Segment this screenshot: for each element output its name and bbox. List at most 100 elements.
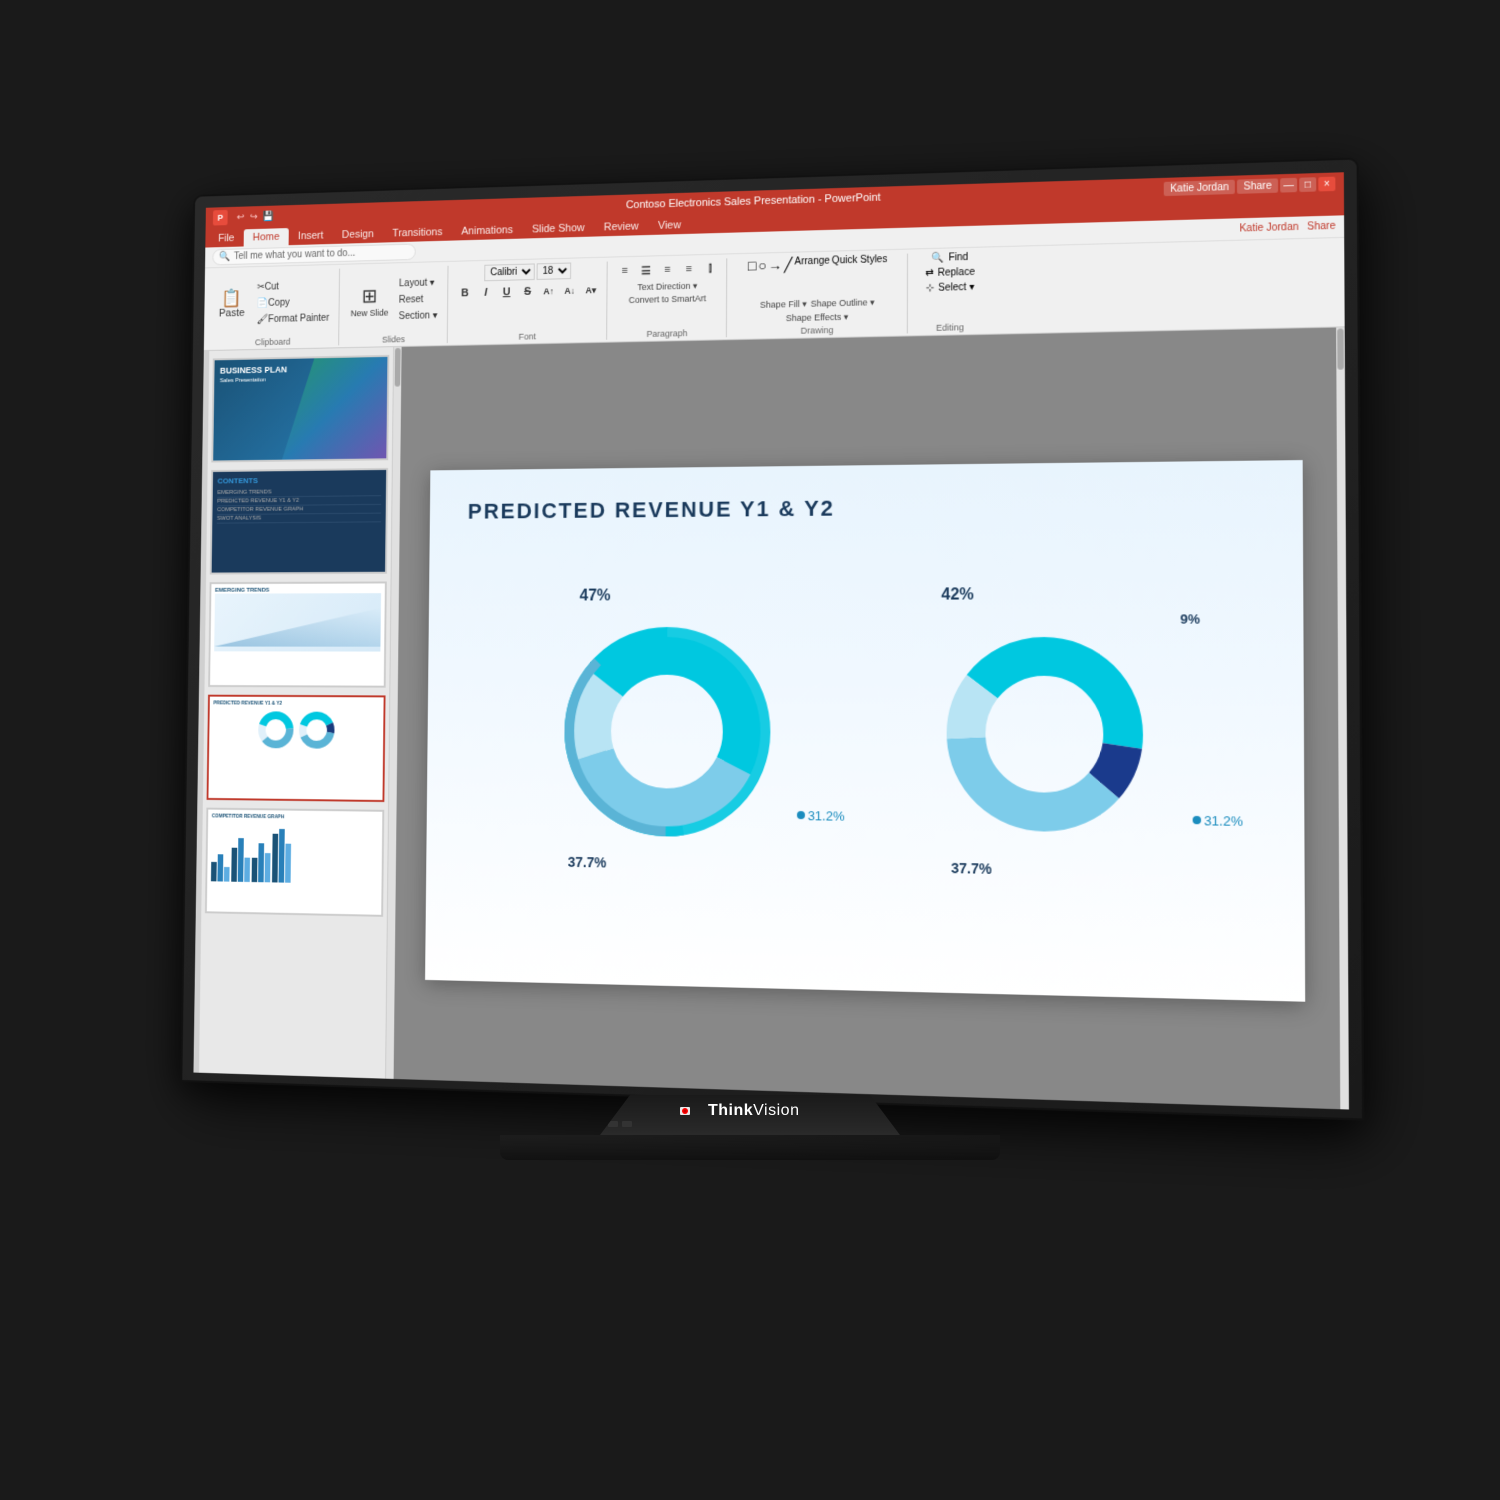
arrow-shape[interactable]: → [768, 257, 782, 297]
slide-3-chart [214, 593, 381, 651]
slide-thumb-wrapper-2: 2 CONTENTS EMERGING TRENDS PREDICTED REV… [210, 468, 388, 575]
bar-2b [238, 838, 244, 882]
port-2 [622, 1121, 632, 1127]
layout-button[interactable]: Layout ▾ [395, 275, 441, 291]
font-color-button[interactable]: A▾ [581, 280, 600, 300]
tab-view[interactable]: View [648, 216, 691, 235]
tell-me-input[interactable]: 🔍 Tell me what you want to do... [212, 244, 415, 266]
slides-secondary: Layout ▾ Reset Section ▾ [395, 275, 442, 323]
bold-button[interactable]: B [455, 283, 474, 303]
paste-button[interactable]: 📋 Paste [213, 285, 250, 323]
underline-button[interactable]: U [497, 282, 516, 302]
new-slide-button[interactable]: ⊞ New Slide [347, 281, 393, 320]
shape-effects-button[interactable]: Shape Effects ▾ [786, 312, 849, 324]
align-left-button[interactable]: ≡ [615, 261, 634, 281]
chart1-dot-312 [797, 811, 805, 819]
editing-content: 🔍 Find ⇄ Replace ⊹ Select ▾ [925, 252, 975, 321]
maximize-btn[interactable]: □ [1299, 177, 1316, 192]
slide-5-content: COMPETITOR REVENUE GRAPH [207, 810, 383, 915]
tv-think: Think [708, 1102, 753, 1119]
cut-button[interactable]: ✂ Cut [253, 278, 333, 294]
align-right-button[interactable]: ≡ [658, 260, 678, 280]
line-shape[interactable]: ╱ [784, 257, 793, 297]
redo-btn[interactable]: ↪ [250, 211, 258, 222]
bar-3a [252, 858, 258, 882]
clipboard-group: 📋 Paste ✂ Cut 📄 Copy 🖌 [208, 269, 340, 349]
active-slide[interactable]: PREDICTED REVENUE Y1 & Y2 47% [425, 460, 1305, 1002]
columns-button[interactable]: ⫿ [700, 259, 720, 279]
slide-4-charts [213, 710, 380, 750]
share-btn[interactable]: Share [1237, 178, 1278, 194]
tab-insert[interactable]: Insert [289, 227, 333, 245]
select-button[interactable]: ⊹ Select ▾ [926, 282, 975, 294]
arrange-button[interactable]: Arrange [794, 256, 829, 297]
undo-btn[interactable]: ↩ [237, 212, 245, 223]
bar-3b [258, 843, 264, 882]
strikethrough-button[interactable]: S [518, 282, 537, 302]
circle-shape[interactable]: ○ [758, 257, 767, 297]
slide-4-title: PREDICTED REVENUE Y1 & Y2 [213, 700, 379, 707]
increase-font-button[interactable]: A↑ [539, 281, 558, 301]
paste-icon: 📋 [222, 289, 243, 307]
justify-button[interactable]: ≡ [679, 259, 699, 279]
minimize-btn[interactable]: — [1280, 178, 1297, 193]
replace-button[interactable]: ⇄ Replace [925, 267, 975, 279]
font-size-select[interactable]: 18 [537, 262, 572, 279]
decrease-font-button[interactable]: A↓ [560, 281, 579, 301]
save-btn[interactable]: 💾 [263, 211, 275, 222]
format-painter-button[interactable]: 🖌 Format Painter [253, 310, 333, 326]
bar-4a [272, 834, 278, 883]
text-direction-button[interactable]: Text Direction ▾ [637, 281, 697, 293]
align-center-button[interactable]: ☰ [636, 260, 656, 280]
new-slide-label: New Slide [351, 307, 389, 317]
bar-group-4 [272, 829, 291, 883]
slide-thumb-4[interactable]: PREDICTED REVENUE Y1 & Y2 [207, 695, 386, 802]
section-button[interactable]: Section ▾ [395, 308, 441, 324]
tab-slideshow[interactable]: Slide Show [522, 219, 594, 239]
find-button[interactable]: 🔍 Find [932, 252, 968, 264]
tell-me-text: Tell me what you want to do... [234, 248, 356, 262]
slide-thumb-2[interactable]: CONTENTS EMERGING TRENDS PREDICTED REVEN… [210, 468, 388, 575]
reset-button[interactable]: Reset [395, 292, 441, 308]
shape-outline-button[interactable]: Shape Outline ▾ [811, 297, 875, 309]
quick-styles-button[interactable]: Quick Styles [832, 254, 888, 295]
clipboard-content: 📋 Paste ✂ Cut 📄 Copy 🖌 [213, 269, 333, 337]
tab-review[interactable]: Review [594, 217, 648, 236]
slide-thumb-wrapper-4: 4 PREDICTED REVENUE Y1 & Y2 [207, 695, 386, 802]
bar-group-3 [252, 843, 271, 882]
slide-thumb-1[interactable]: BUSINESS PLAN Sales Presentation [211, 355, 389, 463]
tab-file[interactable]: File [209, 229, 244, 247]
format-painter-label: Format Painter [268, 312, 329, 324]
slide-thumb-5[interactable]: COMPETITOR REVENUE GRAPH [205, 808, 384, 917]
font-format-toolbar: B I U S A↑ A↓ A▾ [455, 280, 600, 303]
font-row1: Calibri 18 [484, 262, 571, 281]
tab-design[interactable]: Design [333, 225, 384, 244]
convert-smartart-button[interactable]: Convert to SmartArt [629, 293, 706, 305]
close-btn[interactable]: × [1318, 177, 1335, 192]
italic-button[interactable]: I [476, 283, 495, 303]
donut-chart-1-main [558, 621, 775, 842]
donut-chart-2-main [931, 621, 1159, 848]
shape-fill-button[interactable]: Shape Fill ▾ [760, 299, 807, 311]
share-link[interactable]: Share [1307, 221, 1335, 233]
main-canvas: PREDICTED REVENUE Y1 & Y2 47% [393, 328, 1340, 1110]
slide-2-inner: CONTENTS EMERGING TRENDS PREDICTED REVEN… [212, 470, 387, 573]
font-family-select[interactable]: Calibri [484, 263, 535, 281]
slide-3-inner: EMERGING TRENDS [210, 583, 385, 685]
rectangle-shape[interactable]: □ [748, 258, 757, 298]
slide-thumb-3[interactable]: EMERGING TRENDS [208, 581, 387, 687]
tab-transitions[interactable]: Transitions [383, 223, 452, 242]
monitor-base [500, 1135, 1000, 1160]
cut-icon: ✂ [257, 282, 265, 293]
copy-button[interactable]: 📄 Copy [253, 294, 333, 310]
bar-1a [211, 862, 217, 881]
tab-animations[interactable]: Animations [452, 221, 523, 240]
chart-1-wrapper: 47% [558, 621, 775, 842]
slide-3-content: EMERGING TRENDS [210, 583, 385, 685]
bar-4c [285, 844, 291, 883]
chart2-label-377: 37.7% [951, 859, 992, 876]
bar-4b [278, 829, 284, 883]
chart2-dot-312 [1192, 816, 1200, 824]
tab-home[interactable]: Home [243, 228, 288, 246]
chart1-label-377: 37.7% [568, 853, 607, 870]
